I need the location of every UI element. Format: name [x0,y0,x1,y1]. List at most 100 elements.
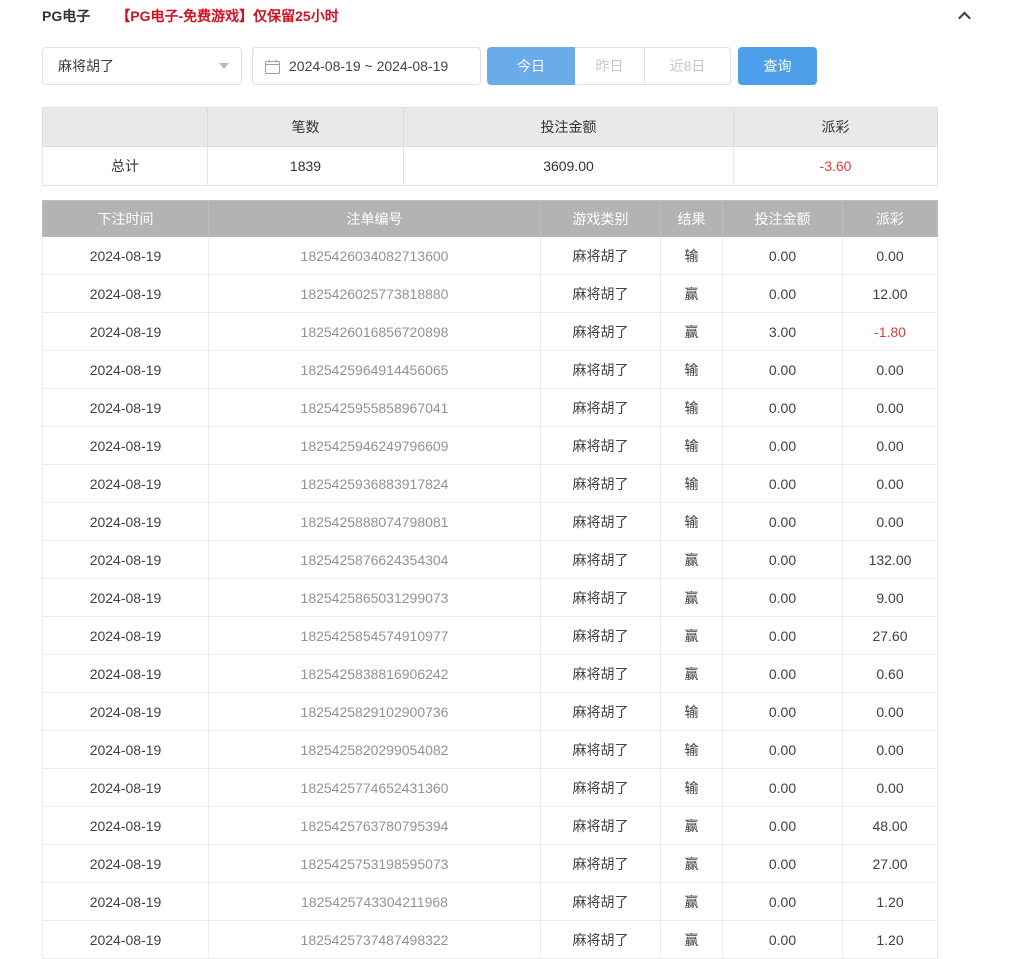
last-8-days-button[interactable]: 近8日 [645,47,731,85]
result-cell: 赢 [661,807,723,845]
panel-header-left: PG电子 【PG电子-免费游戏】仅保留25小时 [42,6,339,26]
table-row: 2024-08-191825425763780795394麻将胡了赢0.0048… [43,807,938,845]
bet-amount-cell: 0.00 [723,503,843,541]
payout-cell: 9.00 [843,579,938,617]
payout-cell: 1.20 [843,883,938,921]
order-no-cell: 1825425763780795394 [209,807,541,845]
payout-cell: 0.00 [843,351,938,389]
table-row: 2024-08-191825425774652431360麻将胡了输0.000.… [43,769,938,807]
result-cell: 输 [661,465,723,503]
table-row: 2024-08-191825426016856720898麻将胡了赢3.00-1… [43,313,938,351]
quick-date-group: 今日 昨日 近8日 [487,47,731,85]
search-button[interactable]: 查询 [738,47,817,85]
game-type-cell: 麻将胡了 [541,427,661,465]
order-no-cell: 1825426025773818880 [209,275,541,313]
bet-amount-cell: 0.00 [723,807,843,845]
bet-amount-cell: 3.00 [723,313,843,351]
table-row: 2024-08-191825425888074798081麻将胡了输0.000.… [43,503,938,541]
result-cell: 输 [661,237,723,275]
bet-time-cell: 2024-08-19 [43,465,209,503]
summary-total-payout: -3.60 [734,147,938,186]
date-range-value: 2024-08-19 ~ 2024-08-19 [289,58,448,74]
result-cell: 输 [661,427,723,465]
order-no-cell: 1825425829102900736 [209,693,541,731]
collapse-button[interactable] [951,6,977,26]
panel-header: PG电子 【PG电子-免费游戏】仅保留25小时 [42,6,977,26]
game-type-cell: 麻将胡了 [541,693,661,731]
payout-cell: 0.00 [843,237,938,275]
game-type-cell: 麻将胡了 [541,541,661,579]
game-type-cell: 麻将胡了 [541,655,661,693]
payout-cell: 0.60 [843,655,938,693]
date-range-input[interactable]: 2024-08-19 ~ 2024-08-19 [252,47,481,85]
bet-amount-cell: 0.00 [723,731,843,769]
bet-amount-cell: 0.00 [723,883,843,921]
bet-amount-cell: 0.00 [723,693,843,731]
calendar-icon [265,59,280,74]
order-no-cell: 1825425936883917824 [209,465,541,503]
summary-header-payout: 派彩 [734,108,938,147]
order-no-cell: 1825425888074798081 [209,503,541,541]
bet-time-cell: 2024-08-19 [43,807,209,845]
payout-cell: 27.00 [843,845,938,883]
bet-time-cell: 2024-08-19 [43,503,209,541]
bet-amount-cell: 0.00 [723,921,843,959]
column-header-game-type: 游戏类别 [541,201,661,237]
bet-time-cell: 2024-08-19 [43,693,209,731]
game-type-cell: 麻将胡了 [541,389,661,427]
game-type-cell: 麻将胡了 [541,465,661,503]
table-row: 2024-08-191825425876624354304麻将胡了赢0.0013… [43,541,938,579]
bet-records-table: 下注时间 注单编号 游戏类别 结果 投注金额 派彩 2024-08-191825… [42,200,938,959]
result-cell: 赢 [661,579,723,617]
payout-cell: 0.00 [843,693,938,731]
game-type-cell: 麻将胡了 [541,237,661,275]
table-row: 2024-08-191825425865031299073麻将胡了赢0.009.… [43,579,938,617]
result-cell: 赢 [661,275,723,313]
caret-down-icon [219,63,229,69]
bet-amount-cell: 0.00 [723,617,843,655]
bet-time-cell: 2024-08-19 [43,541,209,579]
bet-amount-cell: 0.00 [723,237,843,275]
game-type-cell: 麻将胡了 [541,769,661,807]
bet-amount-cell: 0.00 [723,427,843,465]
order-no-cell: 1825425820299054082 [209,731,541,769]
bet-time-cell: 2024-08-19 [43,389,209,427]
result-cell: 赢 [661,921,723,959]
bet-time-cell: 2024-08-19 [43,427,209,465]
order-no-cell: 1825425753198595073 [209,845,541,883]
game-type-cell: 麻将胡了 [541,921,661,959]
result-cell: 赢 [661,617,723,655]
bet-amount-cell: 0.00 [723,655,843,693]
result-cell: 赢 [661,541,723,579]
result-cell: 输 [661,351,723,389]
table-row: 2024-08-191825425753198595073麻将胡了赢0.0027… [43,845,938,883]
result-cell: 赢 [661,845,723,883]
order-no-cell: 1825425955858967041 [209,389,541,427]
result-cell: 赢 [661,883,723,921]
game-type-cell: 麻将胡了 [541,275,661,313]
report-panel: PG电子 【PG电子-免费游戏】仅保留25小时 麻将胡了 2024-08-19 … [0,6,1019,959]
order-no-cell: 1825425737487498322 [209,921,541,959]
yesterday-button[interactable]: 昨日 [575,47,645,85]
result-cell: 赢 [661,313,723,351]
today-button[interactable]: 今日 [487,47,575,85]
order-no-cell: 1825425946249796609 [209,427,541,465]
bet-amount-cell: 0.00 [723,351,843,389]
bet-time-cell: 2024-08-19 [43,655,209,693]
game-type-cell: 麻将胡了 [541,883,661,921]
game-select[interactable]: 麻将胡了 [42,47,242,85]
bet-amount-cell: 0.00 [723,389,843,427]
bet-time-cell: 2024-08-19 [43,275,209,313]
table-row: 2024-08-191825426034082713600麻将胡了输0.000.… [43,237,938,275]
bet-time-cell: 2024-08-19 [43,883,209,921]
summary-total-row: 总计 1839 3609.00 -3.60 [43,147,938,186]
table-row: 2024-08-191825425820299054082麻将胡了输0.000.… [43,731,938,769]
game-type-cell: 麻将胡了 [541,807,661,845]
summary-header-row: 笔数 投注金额 派彩 [43,108,938,147]
result-cell: 输 [661,769,723,807]
payout-cell: 48.00 [843,807,938,845]
column-header-order-no: 注单编号 [209,201,541,237]
panel-title: PG电子 [42,6,90,26]
column-header-bet-time: 下注时间 [43,201,209,237]
summary-total-count: 1839 [208,147,404,186]
